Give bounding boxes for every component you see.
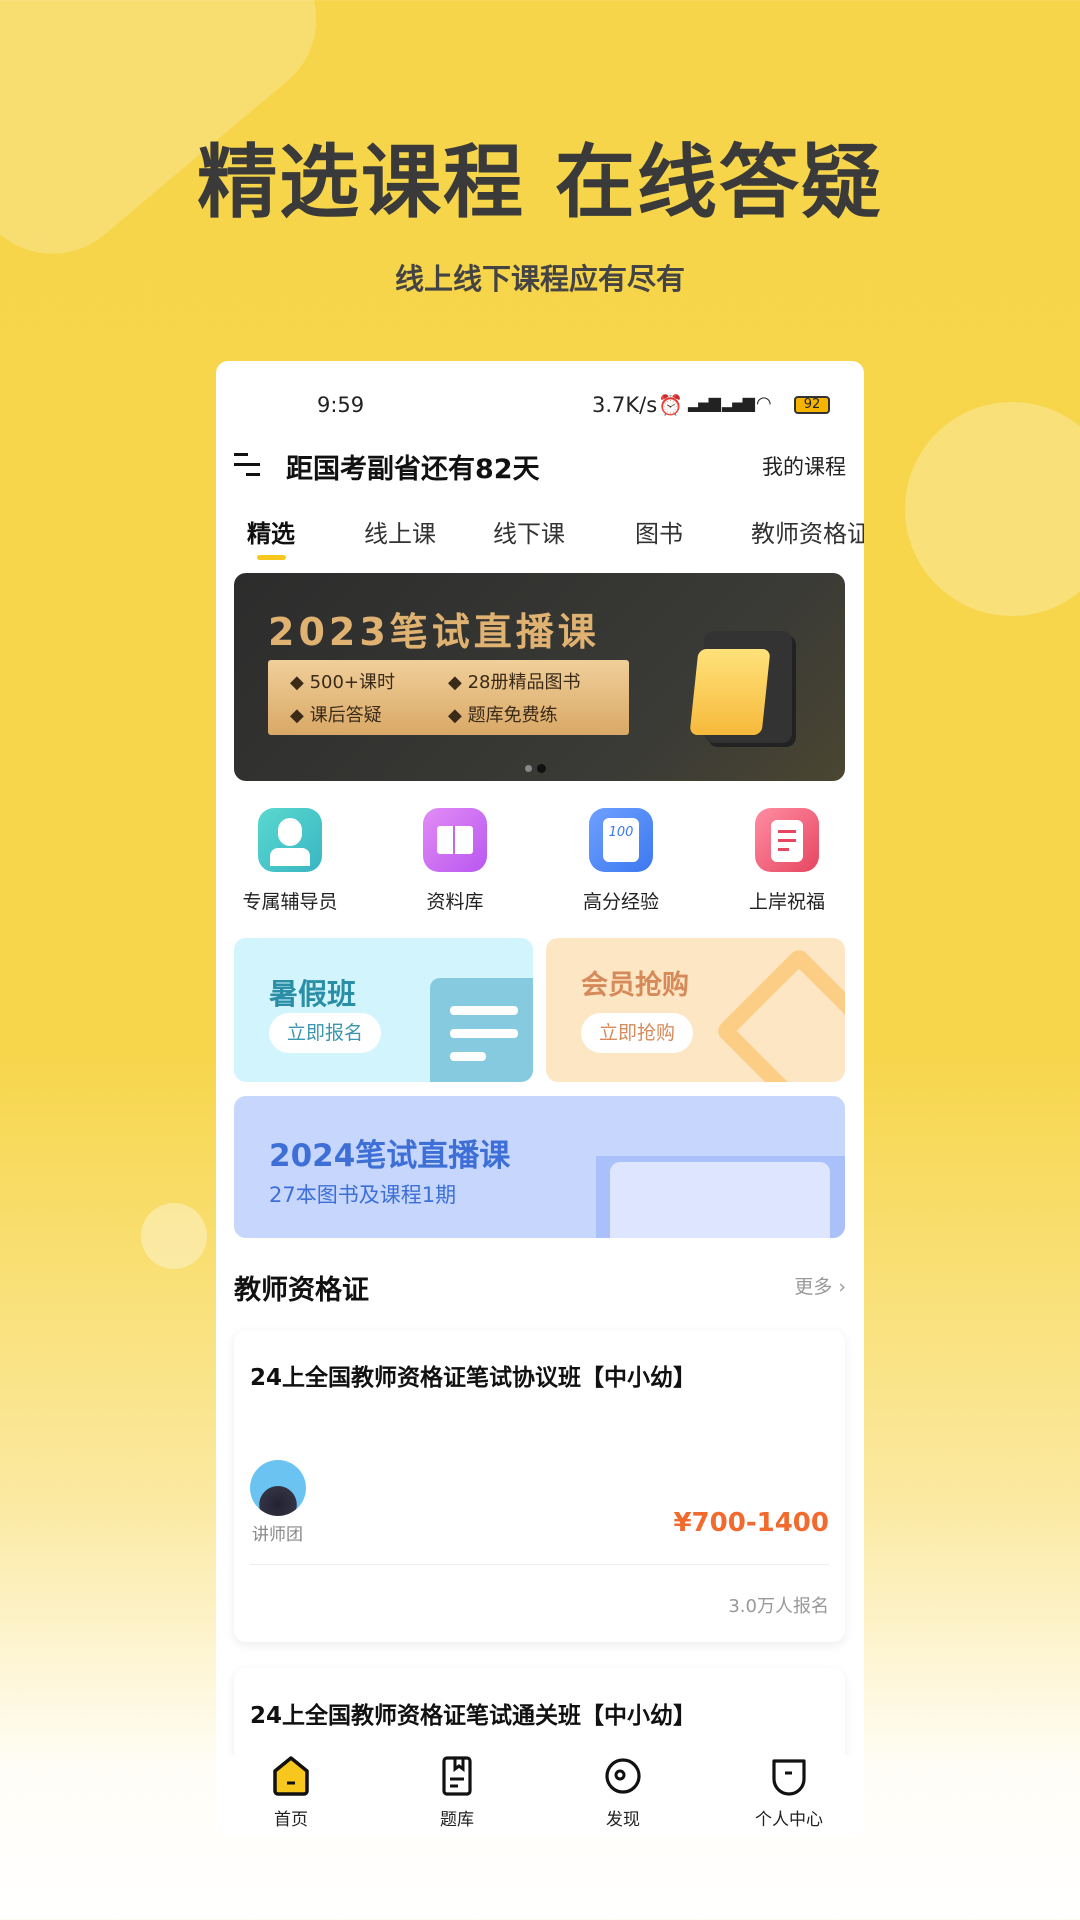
- decor-circle: [141, 1203, 207, 1269]
- wifi-icon: ◠: [756, 393, 772, 414]
- tab-offline[interactable]: 线下课: [493, 514, 565, 549]
- hero-title: 精选课程 在线答疑: [197, 136, 883, 229]
- profile-icon: [772, 1759, 806, 1796]
- quick-link-label[interactable]: 上岸祝福: [722, 887, 852, 914]
- tab-books[interactable]: 图书: [635, 514, 683, 549]
- quick-link-label[interactable]: 专属辅导员: [225, 887, 355, 914]
- category-tabs: 精选 线上课 线下课 图书 教师资格证: [216, 514, 864, 554]
- diamond-illustration: [714, 946, 845, 1082]
- decor-circle: [905, 402, 1080, 616]
- book-icon[interactable]: [423, 808, 487, 872]
- notepad-illustration: [430, 978, 533, 1082]
- banner-title: 2023笔试直播课: [268, 610, 600, 654]
- course-card[interactable]: 24上全国教师资格证笔试协议班【中小幼】 讲师团 ¥700-1400 3.0万人…: [234, 1330, 845, 1642]
- course-price: ¥700-1400: [673, 1508, 829, 1538]
- divider: [250, 1564, 829, 1565]
- battery-icon: 92: [794, 396, 830, 414]
- active-tab-indicator: [257, 555, 286, 560]
- score-100-icon[interactable]: 100: [589, 808, 653, 872]
- enroll-now-button[interactable]: 立即报名: [269, 1013, 382, 1053]
- avatar: [250, 1460, 306, 1516]
- live-course-2024-card[interactable]: 2024笔试直播课 27本图书及课程1期: [234, 1096, 845, 1238]
- course-title: 24上全国教师资格证笔试通关班【中小幼】: [250, 1703, 697, 1729]
- live-course-subtitle: 27本图书及课程1期: [269, 1183, 457, 1207]
- promo-banner-carousel[interactable]: 2023笔试直播课 ◆ 500+课时 ◆ 28册精品图书 ◆ 课后答疑 ◆ 题库…: [234, 573, 845, 781]
- tab-featured[interactable]: 精选: [247, 514, 295, 549]
- carousel-dot-active[interactable]: [537, 764, 546, 773]
- live-course-title: 2024笔试直播课: [269, 1138, 511, 1174]
- member-deal-title: 会员抢购: [581, 970, 689, 1001]
- discover-icon: [605, 1758, 641, 1794]
- calendar-illustration: [689, 631, 792, 743]
- summer-class-title: 暑假班: [269, 977, 357, 1011]
- buy-now-button[interactable]: 立即抢购: [581, 1013, 694, 1053]
- signal-icon: ▂▄▆ ▂▄▆: [688, 393, 755, 412]
- home-icon: [273, 1756, 309, 1796]
- quick-link-label[interactable]: 高分经验: [556, 887, 686, 914]
- menu-icon[interactable]: [234, 451, 262, 477]
- member-deal-card[interactable]: 会员抢购 立即抢购: [546, 938, 845, 1082]
- quick-link-label[interactable]: 资料库: [390, 887, 520, 914]
- teacher-label: 讲师团: [252, 1525, 303, 1545]
- clipboard-icon[interactable]: [755, 808, 819, 872]
- chevron-right-icon: ›: [838, 1276, 846, 1298]
- phone-screen: 9:59 3.7K/s ⏰ ▂▄▆ ▂▄▆ ◠ 92 距国考副省还有82天 我的…: [216, 361, 864, 1837]
- alarm-icon: ⏰: [658, 393, 683, 417]
- carousel-dot[interactable]: [525, 765, 532, 772]
- my-courses-link[interactable]: 我的课程: [762, 451, 846, 481]
- nav-discover[interactable]: 发现: [563, 1755, 683, 1830]
- network-speed: 3.7K/s: [592, 393, 658, 417]
- more-link[interactable]: 更多 ›: [794, 1272, 846, 1299]
- open-book-illustration: [596, 1156, 845, 1238]
- section-title: 教师资格证: [234, 1275, 369, 1306]
- enrolled-count: 3.0万人报名: [728, 1596, 829, 1617]
- nav-label: 个人中心: [755, 1810, 823, 1830]
- feature-item: ◆ 500+课时: [290, 672, 396, 693]
- feature-item: ◆ 28册精品图书: [448, 672, 581, 693]
- nav-home[interactable]: 首页: [231, 1755, 351, 1830]
- nav-profile[interactable]: 个人中心: [729, 1755, 849, 1830]
- tab-teacher-cert[interactable]: 教师资格证: [751, 514, 864, 549]
- nav-label: 题库: [440, 1810, 474, 1830]
- tab-online[interactable]: 线上课: [364, 514, 436, 549]
- nav-label: 发现: [606, 1810, 640, 1830]
- course-title: 24上全国教师资格证笔试协议班【中小幼】: [250, 1365, 697, 1391]
- exam-countdown: 距国考副省还有82天: [286, 454, 540, 485]
- bottom-nav: 首页 题库 发现 个人中心: [216, 1755, 864, 1837]
- status-bar: 9:59 3.7K/s ⏰ ▂▄▆ ▂▄▆ ◠ 92: [216, 393, 864, 423]
- status-time: 9:59: [317, 393, 365, 417]
- banner-features: ◆ 500+课时 ◆ 28册精品图书 ◆ 课后答疑 ◆ 题库免费练: [268, 660, 629, 735]
- summer-class-card[interactable]: 暑假班 立即报名: [234, 938, 533, 1082]
- question-bank-icon: [442, 1756, 472, 1796]
- nav-question-bank[interactable]: 题库: [397, 1755, 517, 1830]
- hero-subtitle: 线上线下课程应有尽有: [394, 262, 685, 296]
- counselor-icon[interactable]: [258, 808, 322, 872]
- feature-item: ◆ 题库免费练: [448, 705, 558, 726]
- nav-label: 首页: [274, 1810, 308, 1830]
- feature-item: ◆ 课后答疑: [290, 705, 382, 726]
